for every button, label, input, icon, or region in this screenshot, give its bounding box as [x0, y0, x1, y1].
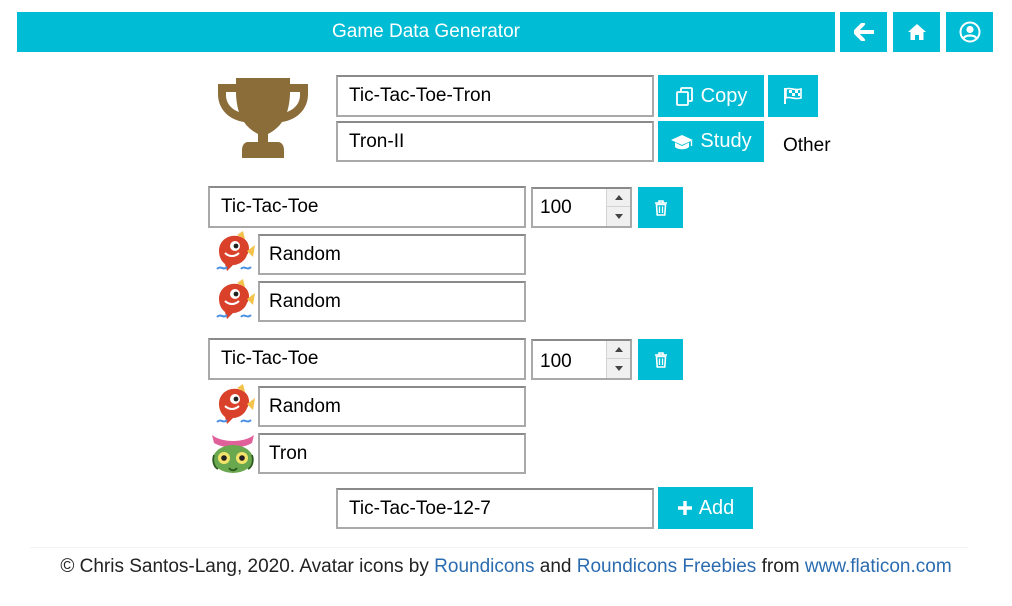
delete-match-button[interactable]	[638, 339, 683, 380]
match-count-input[interactable]: 100	[531, 187, 632, 228]
player-input[interactable]	[258, 281, 526, 322]
footer-and: and	[539, 556, 572, 577]
copy-label: Copy	[700, 84, 748, 107]
home-icon	[907, 24, 926, 40]
count-spinner	[606, 189, 630, 226]
add-button[interactable]: Add	[658, 487, 753, 529]
player-input[interactable]	[258, 234, 526, 275]
flaticon-link[interactable]: www.flaticon.com	[805, 556, 952, 577]
count-spinner	[606, 341, 630, 378]
app-title-bar: Game Data Generator	[17, 12, 835, 52]
footer: © Chris Santos-Lang, 2020. Avatar icons …	[0, 556, 1012, 578]
trophy-icon	[218, 78, 308, 158]
graduation-cap-icon	[670, 133, 694, 151]
study-label: Study	[700, 130, 752, 152]
home-button[interactable]	[893, 12, 940, 52]
flag-button[interactable]	[768, 75, 818, 117]
roundicons-freebies-link[interactable]: Roundicons Freebies	[577, 556, 757, 577]
flag-checkered-icon	[783, 87, 803, 105]
increment-button[interactable]	[607, 189, 630, 207]
increment-button[interactable]	[607, 341, 630, 359]
footer-credit: © Chris Santos-Lang, 2020. Avatar icons …	[60, 556, 429, 577]
new-game-input[interactable]	[336, 488, 654, 529]
player-input[interactable]	[258, 433, 526, 474]
other-label: Other	[783, 135, 831, 156]
match-count-value: 100	[540, 197, 572, 218]
composite-name-input[interactable]	[336, 75, 654, 117]
decrement-button[interactable]	[607, 207, 630, 225]
add-label: Add	[698, 496, 735, 519]
profile-button[interactable]	[946, 12, 993, 52]
plus-icon	[677, 500, 693, 516]
player-input[interactable]	[258, 386, 526, 427]
copy-icon	[675, 86, 695, 106]
trash-icon	[654, 199, 668, 216]
fish-avatar-icon	[216, 384, 255, 424]
footer-from: from	[761, 556, 800, 577]
sub-name-input[interactable]	[336, 121, 654, 162]
user-circle-icon	[959, 21, 980, 43]
page-title: Game Data Generator	[332, 21, 520, 42]
copy-button[interactable]: Copy	[658, 75, 764, 117]
match-game-input[interactable]	[208, 338, 526, 380]
study-button[interactable]: Study	[658, 121, 764, 162]
match-game-input[interactable]	[208, 186, 526, 228]
arrow-left-icon	[853, 23, 874, 41]
bug-avatar-icon	[212, 435, 254, 473]
decrement-button[interactable]	[607, 359, 630, 377]
back-button[interactable]	[840, 12, 887, 52]
delete-match-button[interactable]	[638, 187, 683, 228]
match-count-input[interactable]: 100	[531, 339, 632, 380]
match-count-value: 100	[540, 351, 572, 372]
fish-avatar-icon	[216, 279, 255, 319]
fish-avatar-icon	[216, 231, 255, 271]
trash-icon	[654, 351, 668, 368]
roundicons-link[interactable]: Roundicons	[434, 556, 534, 577]
footer-divider	[30, 547, 968, 548]
